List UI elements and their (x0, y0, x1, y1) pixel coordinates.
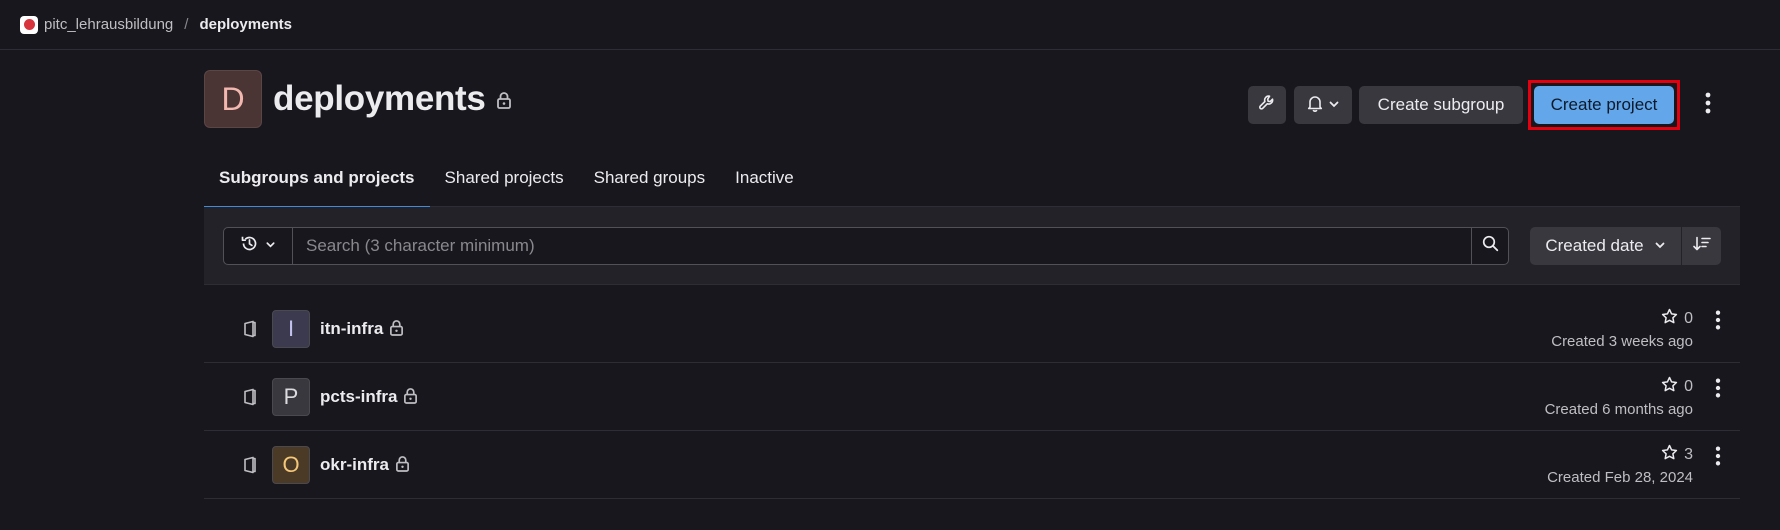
breadcrumb-group-link[interactable]: pitc_lehrausbildung (44, 16, 173, 33)
created-date: Created 3 weeks ago (1551, 333, 1693, 350)
sort-direction-button[interactable] (1682, 227, 1721, 265)
search-input[interactable] (293, 228, 1471, 264)
star-count-value: 0 (1684, 310, 1693, 327)
project-actions-button[interactable] (1710, 377, 1726, 403)
star-icon (1661, 308, 1678, 330)
sort-lowest-icon (1692, 236, 1711, 257)
star-count-value: 3 (1684, 446, 1693, 463)
created-date: Created 6 months ago (1544, 401, 1693, 418)
bell-icon (1306, 94, 1324, 117)
lock-icon (389, 319, 404, 341)
star-icon (1661, 444, 1678, 466)
lock-icon (496, 91, 512, 114)
recent-searches-dropdown[interactable] (224, 228, 293, 264)
star-count[interactable]: 0 (1661, 376, 1693, 398)
create-subgroup-button[interactable]: Create subgroup (1359, 86, 1523, 124)
breadcrumb-separator: / (184, 16, 189, 33)
page-title: deployments (273, 79, 486, 118)
project-icon (242, 456, 258, 479)
tab-inactive[interactable]: Inactive (720, 158, 809, 207)
chevron-down-icon (1654, 236, 1666, 256)
group-avatar: D (204, 70, 262, 128)
highlight-box: Create project (1528, 80, 1680, 130)
filter-bar: Created date (204, 207, 1740, 285)
vertical-ellipsis-icon (1715, 446, 1721, 471)
list-item: O okr-infra 3 Created Feb 28, 2024 (204, 431, 1740, 499)
project-name-link[interactable]: pcts-infra (320, 387, 397, 407)
notifications-dropdown[interactable] (1294, 86, 1352, 124)
chevron-down-icon (1328, 95, 1340, 115)
list-item: P pcts-infra 0 Created 6 months ago (204, 363, 1740, 431)
vertical-ellipsis-icon (1715, 378, 1721, 403)
star-count[interactable]: 3 (1661, 444, 1693, 466)
tab-bar: Subgroups and projects Shared projects S… (204, 158, 1740, 208)
vertical-ellipsis-icon (1705, 92, 1711, 119)
project-list: I itn-infra 0 Created 3 weeks ago P pcts… (204, 295, 1740, 499)
project-avatar[interactable]: O (272, 446, 310, 484)
lock-icon (395, 455, 410, 477)
more-actions-button[interactable] (1694, 86, 1722, 124)
star-count-value: 0 (1684, 378, 1693, 395)
settings-button[interactable] (1248, 86, 1286, 124)
list-item: I itn-infra 0 Created 3 weeks ago (204, 295, 1740, 363)
wrench-icon (1258, 94, 1276, 117)
project-avatar[interactable]: P (272, 378, 310, 416)
project-name-link[interactable]: itn-infra (320, 319, 383, 339)
breadcrumb-current[interactable]: deployments (199, 16, 292, 33)
star-count[interactable]: 0 (1661, 308, 1693, 330)
group-header: D deployments (204, 70, 512, 128)
star-icon (1661, 376, 1678, 398)
group-avatar-icon (20, 15, 38, 34)
history-icon (240, 234, 259, 258)
project-icon (242, 388, 258, 411)
lock-icon (403, 387, 418, 409)
tab-shared-projects[interactable]: Shared projects (430, 158, 579, 207)
header-actions: Create subgroup Create project (1248, 80, 1722, 130)
project-actions-button[interactable] (1710, 309, 1726, 335)
top-bar: pitc_lehrausbildung / deployments (0, 0, 1780, 50)
created-date: Created Feb 28, 2024 (1547, 469, 1693, 486)
sort-group: Created date (1530, 227, 1721, 265)
search-button[interactable] (1471, 228, 1508, 264)
tab-shared-groups[interactable]: Shared groups (579, 158, 721, 207)
sort-field-dropdown[interactable]: Created date (1530, 227, 1681, 265)
project-name-link[interactable]: okr-infra (320, 455, 389, 475)
sort-field-label: Created date (1545, 236, 1644, 255)
search-icon (1482, 235, 1499, 257)
chevron-down-icon (265, 237, 276, 255)
search-group (223, 227, 1509, 265)
project-icon (242, 320, 258, 343)
create-project-button[interactable]: Create project (1534, 86, 1674, 124)
project-avatar[interactable]: I (272, 310, 310, 348)
project-actions-button[interactable] (1710, 445, 1726, 471)
vertical-ellipsis-icon (1715, 310, 1721, 335)
tab-subgroups-and-projects[interactable]: Subgroups and projects (204, 158, 430, 208)
